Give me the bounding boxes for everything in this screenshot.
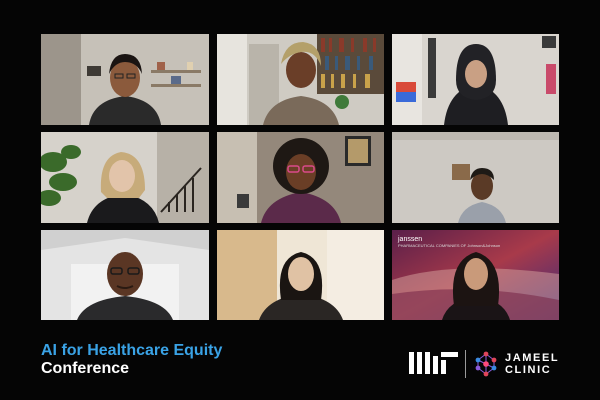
jameel-line1: JAMEEL: [505, 352, 560, 364]
jameel-clinic-icon: [475, 351, 497, 377]
participant-3-video: [392, 34, 559, 125]
video-tile-participant-6[interactable]: [392, 132, 559, 223]
participant-4-video: [41, 132, 209, 223]
video-tile-participant-3[interactable]: [392, 34, 559, 125]
participant-6-video: [392, 132, 559, 223]
jameel-line2: CLINIC: [505, 364, 552, 376]
video-tile-participant-1[interactable]: [41, 34, 209, 125]
participant-7-video: [41, 230, 209, 320]
participant-5-video: [217, 132, 384, 223]
conference-title: AI for Healthcare Equity Conference: [41, 342, 222, 379]
participant-8-video: [217, 230, 384, 320]
sponsor-logos: JAMEEL CLINIC: [409, 348, 559, 380]
janssen-logo-subtext: PHARMACEUTICAL COMPANIES OF Johnson&John…: [398, 243, 501, 248]
video-tile-participant-5[interactable]: [217, 132, 384, 223]
janssen-logo: janssen PHARMACEUTICAL COMPANIES OF John…: [398, 236, 500, 248]
conference-title-line2: Conference: [41, 360, 130, 378]
video-tile-participant-4[interactable]: [41, 132, 209, 223]
mit-logo: [409, 352, 458, 374]
participant-1-video: [41, 34, 209, 125]
video-tile-participant-2[interactable]: [217, 34, 384, 125]
video-tile-participant-7[interactable]: [41, 230, 209, 320]
participant-2-video: [217, 34, 384, 125]
jameel-clinic-wordmark: JAMEEL CLINIC: [505, 352, 559, 376]
video-grid: janssen PHARMACEUTICAL COMPANIES OF John…: [41, 34, 559, 320]
conference-title-line1: AI for Healthcare Equity: [41, 342, 223, 359]
janssen-logo-text: janssen: [398, 236, 423, 243]
video-tile-participant-9[interactable]: janssen PHARMACEUTICAL COMPANIES OF John…: [392, 230, 559, 320]
logo-divider: [465, 350, 466, 378]
video-tile-participant-8[interactable]: [217, 230, 384, 320]
